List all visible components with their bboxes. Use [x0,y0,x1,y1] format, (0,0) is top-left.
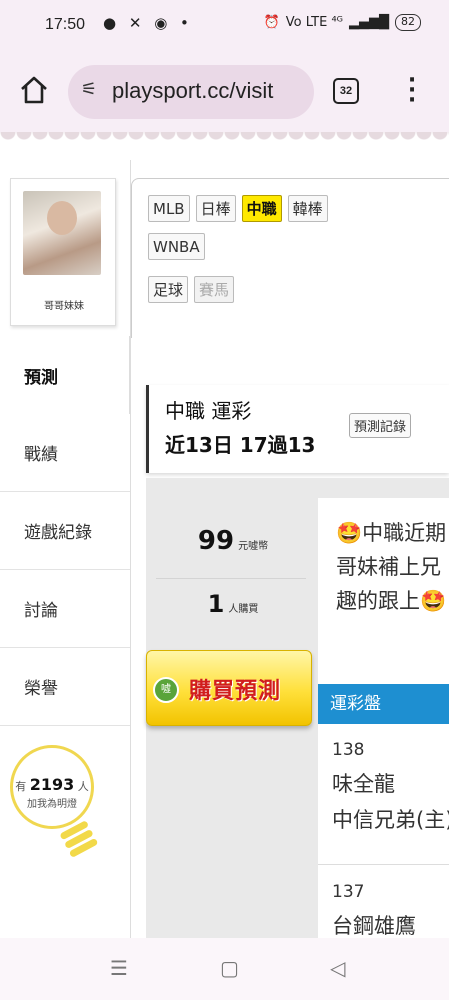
prediction-description: 🤩中職近期 哥妹補上兄 趣的跟上🤩 [336,521,447,613]
recent-apps-icon[interactable]: ☰ [110,956,128,980]
prediction-content: 🤩中職近期 哥妹補上兄 趣的跟上🤩 運彩盤 138 味全龍 中信兄弟(主) 13… [318,498,449,938]
away-team: 台鋼雄鷹 [332,914,416,938]
sidebar-tab-game-history[interactable]: 遊戲紀錄 [0,492,130,570]
category-kbo[interactable]: 韓棒 [287,195,328,222]
category-row: WNBA [148,233,205,260]
category-npb[interactable]: 日棒 [195,195,236,222]
clock: 17:50 [45,16,86,33]
system-nav-bar: ☰ ▢ ◁ [0,938,449,1000]
sidebar-tab-discussion[interactable]: 討論 [0,570,130,648]
price-divider [156,578,306,579]
profile-card[interactable]: 哥哥妹妹 [10,178,116,326]
category-horse-racing: 賽馬 [194,276,235,303]
signal-icon: Vo LTE ⁴ᴳ [285,15,343,30]
category-wnba[interactable]: WNBA [148,233,205,260]
prediction-title: 中職 運彩 [165,399,252,423]
notification-icons: ● ✕ ◉ • [103,14,193,32]
price-panel: 99 元噓幣 1 人購買 [148,498,318,648]
home-icon[interactable] [18,74,50,106]
sidebar-tab-honor[interactable]: 榮譽 [0,648,130,726]
home-nav-icon[interactable]: ▢ [220,956,239,980]
prediction-header: 中職 運彩 近13日 17過13 預測記錄 [146,385,449,473]
game-item: 137 台鋼雄鷹 [318,882,449,940]
follow-caption: 加我為明燈 [27,799,77,810]
buyer-count: 1 人購買 [207,590,259,618]
home-team: 中信兄弟(主) [332,808,449,832]
more-menu-icon[interactable]: · · · [406,70,418,112]
odds-header: 運彩盤 [318,684,449,724]
buy-prediction-label: 購買預測 [189,679,282,704]
alarm-icon: ⏰ [263,15,280,30]
prediction-history-button[interactable]: 預測記錄 [349,413,412,438]
address-bar[interactable]: ⚟ playsport.cc/visit [68,65,314,119]
category-mlb[interactable]: MLB [148,195,190,222]
game-number: 137 [332,882,365,902]
username: 哥哥妹妹 [44,301,84,312]
browser-toolbar: ⚟ playsport.cc/visit 32 · · · [0,50,449,132]
back-icon[interactable]: ◁ [330,956,345,980]
coin-icon: 噓 [153,677,179,703]
game-divider [318,864,449,865]
price: 99 元噓幣 [197,526,269,556]
status-bar: 17:50 ● ✕ ◉ • ⏰ Vo LTE ⁴ᴳ ▂▄▆█ 82 [0,0,449,50]
away-team: 味全龍 [332,772,395,796]
category-cpbl[interactable]: 中職 [241,195,282,222]
category-row: 足球 賽馬 [148,276,235,303]
signal-bars-icon: ▂▄▆█ [349,15,389,30]
tab-switcher-button[interactable]: 32 [333,78,359,104]
system-icons: ⏰ Vo LTE ⁴ᴳ ▂▄▆█ 82 [264,14,421,31]
category-soccer[interactable]: 足球 [148,276,189,303]
sidebar-tab-predict[interactable]: 預測 [0,336,130,414]
url-text[interactable]: playsport.cc/visit [112,78,273,104]
category-row: MLB 日棒 中職 韓棒 [148,195,328,222]
battery-icon: 82 [395,14,421,31]
sidebar-tab-record[interactable]: 戰績 [0,414,130,492]
site-settings-icon[interactable]: ⚟ [81,79,97,100]
buy-prediction-button[interactable]: 噓 購買預測 [146,650,312,726]
prediction-record: 近13日 17過13 [165,433,316,457]
category-filter: MLB 日棒 中職 韓棒 WNBA 足球 賽馬 [131,178,449,338]
game-item: 138 味全龍 中信兄弟(主) [318,740,449,834]
avatar[interactable] [23,191,101,275]
follow-bulb-badge[interactable]: 有 2193 人 加我為明燈 [10,745,99,865]
game-number: 138 [332,740,365,760]
follower-count: 有 2193 人 [15,775,89,794]
scallop-divider [0,132,449,152]
